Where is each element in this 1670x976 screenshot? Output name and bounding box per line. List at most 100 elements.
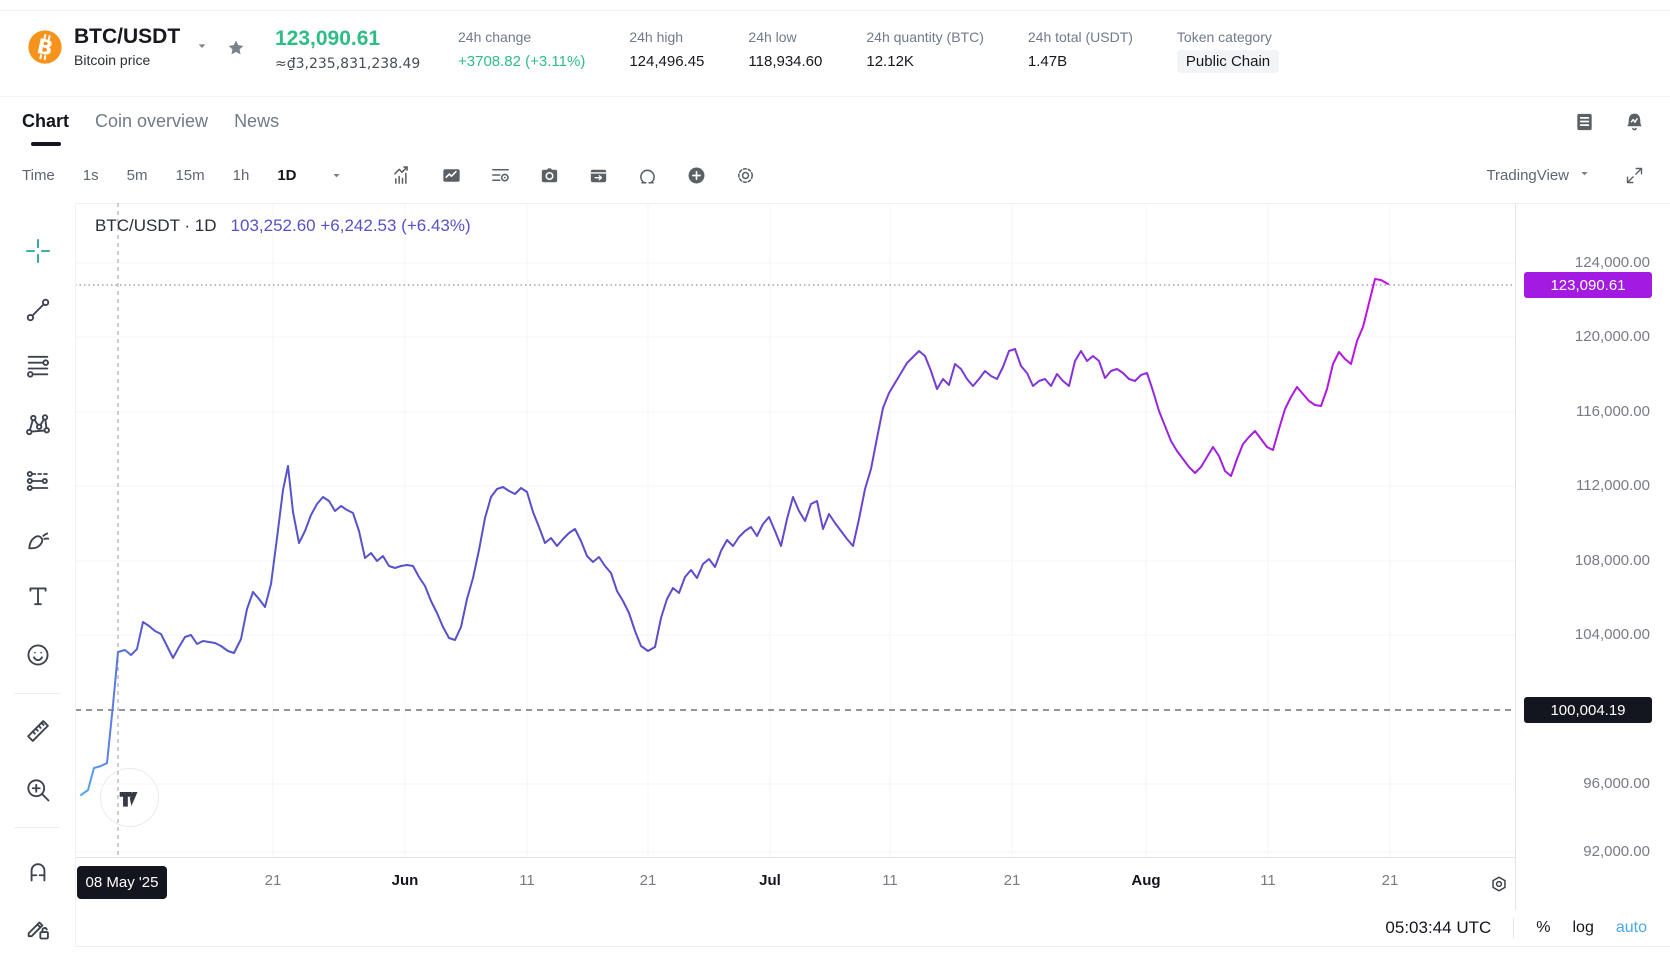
indicator-template-button[interactable]	[489, 164, 513, 188]
price-plot[interactable]	[75, 203, 1515, 857]
interval-buttons: 1s 5m 15m 1h 1D	[83, 167, 297, 184]
time-tick: Aug	[1106, 872, 1186, 889]
axis-settings-gear-icon[interactable]	[1484, 869, 1514, 899]
chart-statusbar: 05:03:44 UTC % log auto	[0, 910, 1670, 947]
chart-legend: BTC/USDT · 1D 103,252.60 +6,242.53 (+6.43…	[95, 216, 471, 236]
toolbar-icons	[391, 164, 758, 188]
price-tick: 112,000.00	[1576, 477, 1650, 494]
stat-24h-quantity-btc-: 24h quantity (BTC)12.12K	[866, 29, 984, 73]
interval-1d[interactable]: 1D	[277, 167, 296, 184]
stat-label: 24h change	[458, 29, 585, 45]
tracked-price-badge: 100,004.19	[1524, 697, 1652, 723]
stat-value: Public Chain	[1177, 50, 1279, 73]
time-scale[interactable]: 21Jun1121Jul1121Aug1121	[0, 858, 1516, 910]
fiat-approx-price: ≈₫3,235,831,238.49	[275, 56, 420, 72]
time-tick: 11	[850, 872, 930, 889]
last-price-badge: 123,090.61	[1524, 272, 1652, 298]
forecast-tool[interactable]	[21, 464, 55, 498]
percent-scale-toggle[interactable]: %	[1536, 919, 1550, 937]
price-tick: 96,000.00	[1583, 775, 1650, 792]
stat-24h-high: 24h high 124,496.45	[629, 29, 704, 73]
text-tool[interactable]	[21, 579, 55, 613]
tabbar-right-icons	[1572, 95, 1646, 148]
emoji-tool[interactable]	[21, 638, 55, 672]
trading-page: B BTC/USDT Bitcoin price 123,090.61 ≈₫3,…	[0, 0, 1670, 976]
interval-15m[interactable]: 15m	[175, 167, 204, 184]
chart-toolbar: Time 1s 5m 15m 1h 1D TradingView	[0, 148, 1670, 204]
stat-label: 24h high	[629, 29, 704, 45]
indicators-button[interactable]	[391, 164, 415, 188]
lock-drawings-tool[interactable]	[21, 911, 55, 945]
interval-1s[interactable]: 1s	[83, 167, 99, 184]
time-tick: 11	[1228, 872, 1308, 889]
chart-type-button[interactable]	[440, 164, 464, 188]
coin-block: B BTC/USDT Bitcoin price	[26, 25, 246, 68]
stat-value: 1.47B	[1028, 53, 1133, 70]
pattern-tool[interactable]	[21, 408, 55, 442]
time-label: Time	[22, 167, 55, 184]
interval-caret-icon[interactable]	[325, 164, 349, 188]
auto-scale-toggle[interactable]: auto	[1616, 919, 1647, 937]
price-tick: 116,000.00	[1576, 403, 1650, 420]
fullscreen-icon[interactable]	[1622, 164, 1646, 188]
stat-label: 24h total (USDT)	[1028, 29, 1133, 45]
time-tick: 11	[487, 872, 567, 889]
log-scale-toggle[interactable]: log	[1573, 919, 1594, 937]
market-header: B BTC/USDT Bitcoin price 123,090.61 ≈₫3,…	[0, 10, 1670, 97]
btc-logo-icon: B	[26, 28, 64, 66]
page-tabs: Chart Coin overview News	[22, 95, 279, 148]
magnet-tool[interactable]	[21, 853, 55, 887]
crosshair-date-badge: 08 May '25	[77, 866, 167, 899]
interval-5m[interactable]: 5m	[127, 167, 148, 184]
measure-tool[interactable]	[21, 714, 55, 748]
price-tick: 120,000.00	[1575, 328, 1650, 345]
tab-chart[interactable]: Chart	[22, 95, 69, 148]
orderbook-panel-button[interactable]	[1572, 110, 1596, 134]
brush-tool[interactable]	[21, 523, 55, 557]
trend-line-tool[interactable]	[21, 293, 55, 327]
sessions-button[interactable]	[587, 164, 611, 188]
add-indicator-button[interactable]	[685, 164, 709, 188]
chevron-down-icon	[1577, 166, 1592, 185]
time-tick: 21	[972, 872, 1052, 889]
stat-token-category: Token category Public Chain	[1177, 29, 1279, 73]
crosshair-tool[interactable]	[21, 234, 55, 268]
legend-symbol: BTC/USDT · 1D	[95, 216, 217, 235]
sidebar-divider	[14, 827, 60, 828]
price-tick: 104,000.00	[1575, 626, 1650, 643]
stat-value: +3708.82 (+3.11%)	[458, 53, 585, 70]
stat-label: 24h quantity (BTC)	[866, 29, 984, 45]
time-tick: 21	[1350, 872, 1430, 889]
tab-coin-overview[interactable]: Coin overview	[95, 95, 208, 148]
provider-dropdown[interactable]: TradingView	[1486, 166, 1592, 185]
page-tabbar: Chart Coin overview News	[0, 95, 1670, 148]
pair-subtitle: Bitcoin price	[74, 52, 180, 68]
replay-button[interactable]	[636, 164, 660, 188]
price-tick: 92,000.00	[1583, 843, 1650, 860]
chart-settings-button[interactable]	[734, 164, 758, 188]
legend-values: 103,252.60 +6,242.53 (+6.43%)	[231, 216, 471, 235]
stat-label: Token category	[1177, 29, 1279, 45]
chart-region: BTC/USDT · 1D 103,252.60 +6,242.53 (+6.43…	[0, 203, 1670, 947]
price-tick: 124,000.00	[1575, 254, 1650, 271]
pair-selector-caret-icon[interactable]	[194, 38, 210, 59]
snapshot-button[interactable]	[538, 164, 562, 188]
stat-value: 118,934.60	[748, 53, 822, 70]
fib-retracement-tool[interactable]	[21, 348, 55, 382]
price-tick: 108,000.00	[1575, 552, 1650, 569]
favorite-star-icon[interactable]	[226, 38, 246, 58]
clock[interactable]: 05:03:44 UTC	[1385, 918, 1491, 938]
stat-24h-total-usdt-: 24h total (USDT) 1.47B	[1028, 29, 1133, 73]
price-scale[interactable]: 124,000.00 120,000.00 116,000.00 112,000.00…	[1516, 203, 1670, 910]
time-tick: 21	[233, 872, 313, 889]
time-tick: Jul	[730, 872, 810, 889]
zoom-in-tool[interactable]	[21, 773, 55, 807]
price-block: 123,090.61 ≈₫3,235,831,238.49	[275, 27, 420, 72]
price-alert-button[interactable]	[1622, 110, 1646, 134]
drawing-toolbar	[0, 203, 76, 947]
pair-title: BTC/USDT	[74, 25, 180, 49]
interval-1h[interactable]: 1h	[233, 167, 250, 184]
stat-24h-low: 24h low118,934.60	[748, 29, 822, 73]
stat-value: 124,496.45	[629, 53, 704, 70]
tab-news[interactable]: News	[234, 95, 279, 148]
